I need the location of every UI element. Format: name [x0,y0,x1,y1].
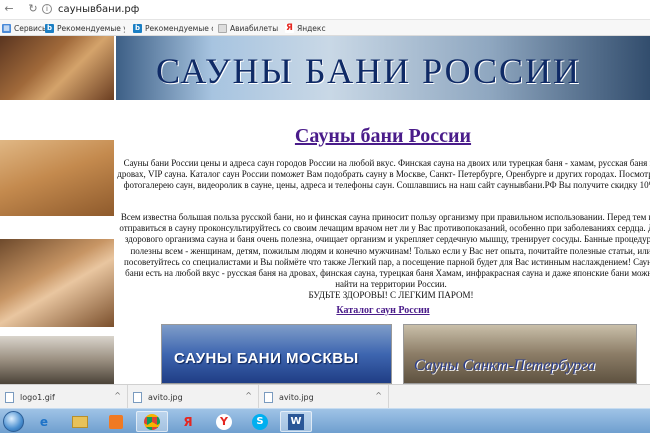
word-icon[interactable]: W [280,411,312,432]
bookmark-label: Рекомендуемые сай [145,23,213,33]
closing-text: БУДЬТЕ ЗДОРОВЫ! С ЛЕГКИМ ПАРОМ! [308,290,474,301]
download-item[interactable]: avito.jpg ^ [128,385,259,409]
yandex-icon[interactable]: Я [172,411,204,432]
bookmark-recommended-1[interactable]: b Рекомендуемые узл [45,21,125,35]
info-icon[interactable]: i [42,4,52,14]
folder-icon[interactable] [64,411,96,432]
bing-icon: b [45,23,54,33]
bookmark-avia[interactable]: Авиабилеты [218,21,280,35]
header-banner[interactable]: САУНЫ БАНИ РОССИИ [116,36,650,100]
reload-icon[interactable]: ↻ [27,3,39,15]
downloads-bar: logo1.gif ^ avito.jpg ^ avito.jpg ^ [0,384,650,409]
banner-title: САУНЫ БАНИ РОССИИ [156,51,582,91]
health-text: Всем известна большая польза русской бан… [119,212,650,290]
file-icon [5,391,14,403]
chevron-up-icon[interactable]: ^ [245,391,252,400]
start-button[interactable] [3,411,24,432]
back-arrow-icon[interactable]: ← [3,3,15,15]
bookmark-yandex[interactable]: Я Яндекс [285,21,335,35]
bing-icon: b [133,23,142,33]
moscow-saunas-banner[interactable]: САУНЫ БАНИ МОСКВЫ [161,324,392,384]
page-icon [218,23,227,33]
download-filename: avito.jpg [148,392,183,402]
download-filename: logo1.gif [20,392,55,402]
download-item[interactable]: logo1.gif ^ [0,385,128,409]
moscow-banner-text: САУНЫ БАНИ МОСКВЫ [174,350,359,367]
address-bar: ← ↻ i саунывбани.рф [0,0,650,20]
url-field[interactable]: саунывбани.рф [58,3,139,16]
media-player-icon[interactable] [100,411,132,432]
sauna-photo-2 [0,140,114,216]
bookmark-label: Яндекс [297,23,326,33]
intro-paragraph: Сауны бани России цены и адреса саун гор… [117,158,650,191]
image-file-icon [133,391,142,403]
chevron-up-icon[interactable]: ^ [375,391,382,400]
bookmark-recommended-2[interactable]: b Рекомендуемые сай [133,21,213,35]
download-filename: avito.jpg [279,392,314,402]
bookmarks-bar: ▦ Сервисы b Рекомендуемые узл b Рекоменд… [0,20,650,36]
web-page: САУНЫ БАНИ РОССИИ Сауны бани России Саун… [0,36,650,384]
spb-saunas-banner[interactable]: Сауны Санкт-Петербурга [403,324,637,384]
skype-icon[interactable]: S [244,411,276,432]
internet-explorer-icon[interactable]: e [28,411,60,432]
windows-taskbar: e Я Y S W [0,408,650,433]
apps-grid-icon: ▦ [2,23,11,33]
download-item[interactable]: avito.jpg ^ [259,385,389,409]
pool-hall-photo [0,336,114,384]
image-file-icon [264,391,273,403]
yandex-browser-icon[interactable]: Y [208,411,240,432]
bookmark-services[interactable]: ▦ Сервисы [2,21,48,35]
bookmark-label: Авиабилеты [230,23,279,33]
massage-photo [0,239,114,327]
bookmark-label: Сервисы [14,23,48,33]
chrome-icon[interactable] [136,411,168,432]
sauna-photo-1 [0,36,114,100]
spb-banner-text: Сауны Санкт-Петербурга [414,357,596,374]
bookmark-label: Рекомендуемые узл [57,23,125,33]
yandex-icon: Я [285,22,294,33]
chevron-up-icon[interactable]: ^ [114,391,121,400]
page-title[interactable]: Сауны бани России [116,125,650,148]
catalog-link[interactable]: Каталог саун России [116,305,650,316]
health-paragraph: Всем известна большая польза русской бан… [116,212,650,302]
